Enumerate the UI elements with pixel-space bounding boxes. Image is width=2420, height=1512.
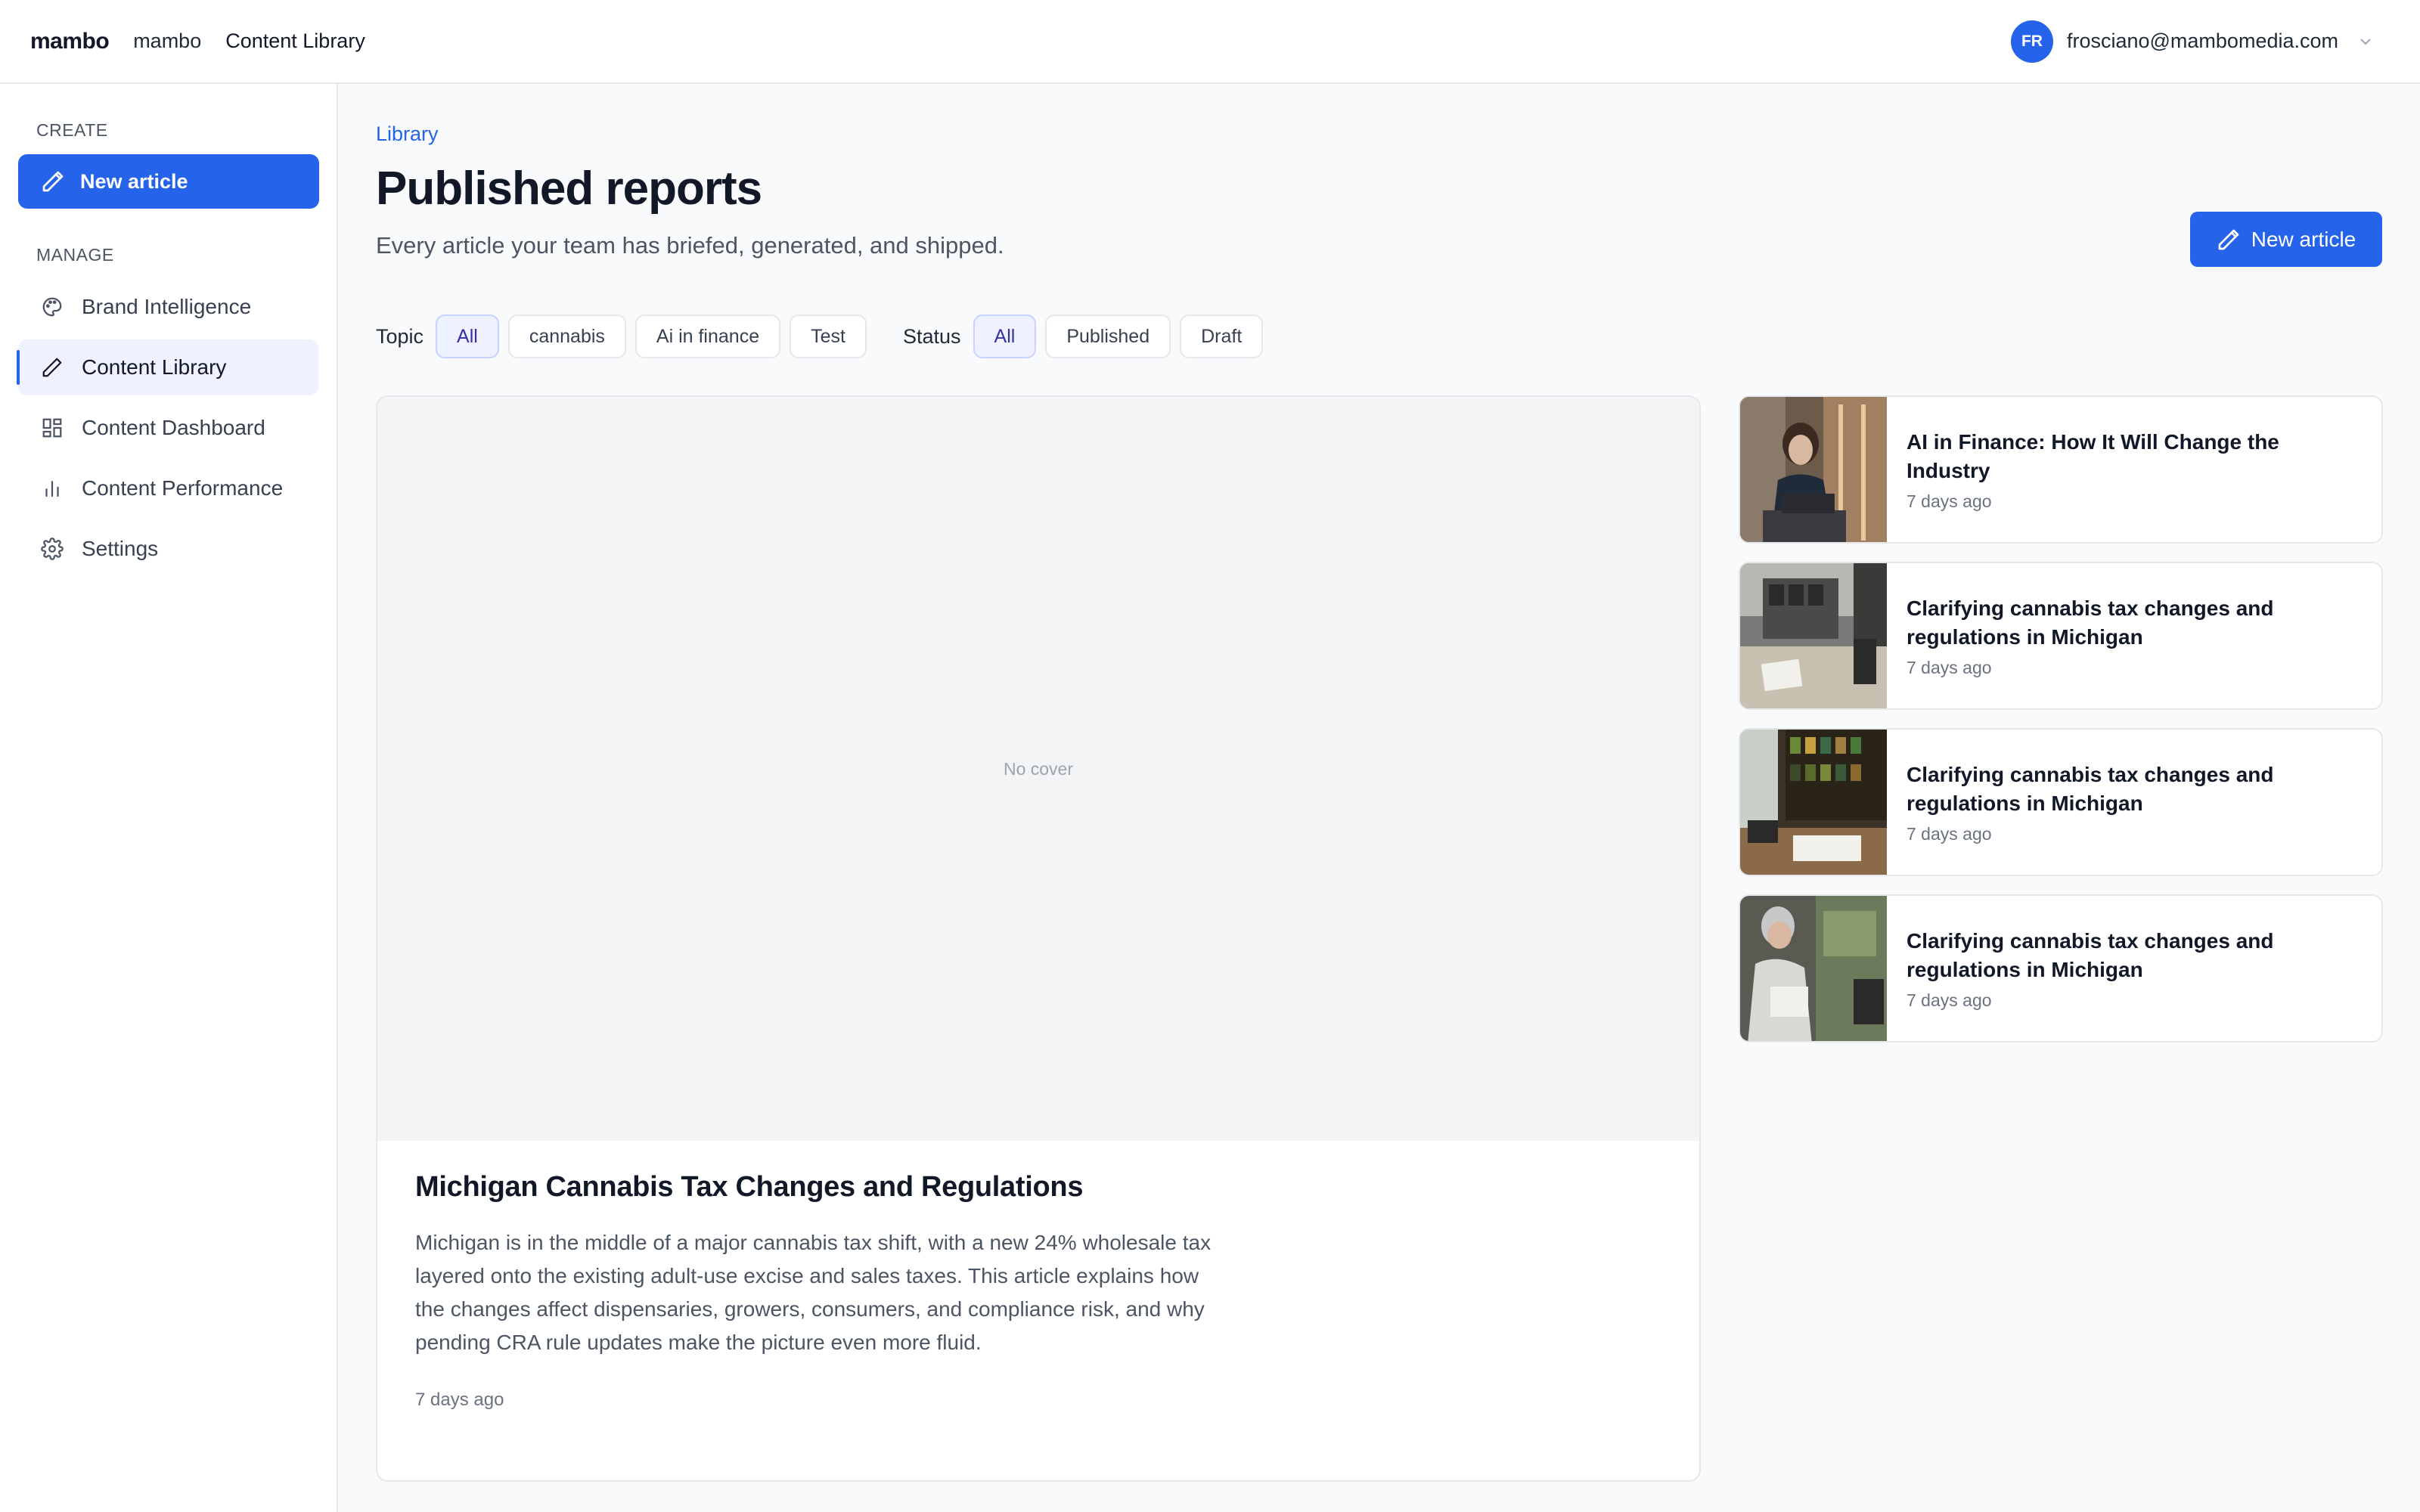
- article-thumbnail: [1740, 896, 1887, 1041]
- palette-icon: [42, 297, 62, 317]
- featured-article-body: Michigan Cannabis Tax Changes and Regula…: [377, 1141, 1699, 1441]
- pencil-icon: [42, 358, 62, 377]
- topic-chip-cannabis[interactable]: cannabis: [507, 314, 626, 358]
- thumbnail-office-image: [1740, 397, 1887, 542]
- sidebar-item-settings[interactable]: Settings: [18, 521, 318, 577]
- recent-articles-list: AI in Finance: How It Will Change the In…: [1739, 395, 2383, 1061]
- sidebar-item-label: Content Library: [82, 355, 227, 379]
- thumbnail-store-shelf-image: [1740, 730, 1887, 875]
- sidebar-section-create: CREATE: [36, 120, 108, 140]
- sidebar-new-article-label: New article: [80, 169, 188, 193]
- topic-chip-test[interactable]: Test: [790, 314, 867, 358]
- list-item-time: 7 days ago: [1907, 657, 1992, 677]
- list-item[interactable]: Clarifying cannabis tax changes and regu…: [1739, 562, 2383, 710]
- list-item-title: Clarifying cannabis tax changes and regu…: [1907, 762, 2274, 815]
- topic-chip-ai-in-finance[interactable]: Ai in finance: [634, 314, 781, 358]
- sidebar-item-label: Content Performance: [82, 476, 284, 500]
- article-thumbnail: [1740, 730, 1887, 875]
- featured-article-title[interactable]: Michigan Cannabis Tax Changes and Regula…: [415, 1171, 1661, 1204]
- breadcrumb-workspace[interactable]: mambo: [133, 29, 201, 53]
- list-item[interactable]: AI in Finance: How It Will Change the In…: [1739, 395, 2383, 544]
- list-item-title: Clarifying cannabis tax changes and regu…: [1907, 596, 2274, 649]
- cover-placeholder: No cover: [377, 397, 1699, 1141]
- filter-bar: Topic All cannabis Ai in finance Test St…: [376, 314, 1272, 359]
- dashboard-grid-icon: [42, 418, 62, 438]
- new-article-label: New article: [2251, 227, 2356, 251]
- sidebar: CREATE New article MANAGE Brand Intellig…: [0, 84, 338, 1512]
- sidebar-item-brand-intelligence[interactable]: Brand Intelligence: [18, 279, 318, 335]
- pencil-icon: [42, 171, 64, 192]
- status-chip-all[interactable]: All: [973, 314, 1037, 358]
- user-email: frosciano@mambomedia.com: [2066, 29, 2338, 52]
- bar-chart-icon: [45, 481, 59, 497]
- user-menu[interactable]: FR frosciano@mambomedia.com: [2010, 20, 2375, 63]
- top-bar: mambo mambo Content Library FR frosciano…: [0, 0, 2420, 84]
- list-item-time: 7 days ago: [1907, 823, 1992, 844]
- page-subtitle: Every article your team has briefed, gen…: [376, 232, 1004, 259]
- avatar: FR: [2010, 20, 2053, 63]
- status-filter-label: Status: [902, 324, 961, 348]
- sidebar-item-label: Content Dashboard: [82, 416, 265, 439]
- list-item-title: Clarifying cannabis tax changes and regu…: [1907, 928, 2274, 981]
- chevron-down-icon: [2360, 38, 2371, 45]
- main-content: Library Published reports Every article …: [338, 84, 2420, 1512]
- list-item-body: Clarifying cannabis tax changes and regu…: [1887, 730, 2381, 875]
- list-item[interactable]: Clarifying cannabis tax changes and regu…: [1739, 728, 2383, 876]
- list-item-body: Clarifying cannabis tax changes and regu…: [1887, 896, 2381, 1041]
- featured-article-card[interactable]: No cover Michigan Cannabis Tax Changes a…: [376, 395, 1701, 1482]
- sidebar-item-label: Settings: [82, 537, 159, 560]
- featured-article-time: 7 days ago: [415, 1390, 504, 1410]
- brand-logo[interactable]: mambo: [30, 29, 110, 54]
- status-chip-published[interactable]: Published: [1045, 314, 1171, 358]
- pencil-icon: [2218, 229, 2239, 249]
- sidebar-item-content-library[interactable]: Content Library: [17, 339, 318, 395]
- article-thumbnail: [1740, 397, 1887, 542]
- sidebar-new-article-button[interactable]: New article: [18, 154, 319, 209]
- thumbnail-worker-image: [1740, 896, 1887, 1041]
- article-thumbnail: [1740, 563, 1887, 708]
- list-item-time: 7 days ago: [1907, 990, 1992, 1010]
- list-item[interactable]: Clarifying cannabis tax changes and regu…: [1739, 894, 2383, 1043]
- list-item-title: AI in Finance: How It Will Change the In…: [1907, 429, 2279, 482]
- sidebar-item-content-performance[interactable]: Content Performance: [18, 460, 318, 516]
- new-article-button[interactable]: New article: [2190, 212, 2382, 267]
- sidebar-item-content-dashboard[interactable]: Content Dashboard: [18, 400, 318, 456]
- sidebar-item-label: Brand Intelligence: [82, 295, 252, 318]
- list-item-time: 7 days ago: [1907, 491, 1992, 511]
- breadcrumb-current-page: Content Library: [225, 29, 365, 52]
- breadcrumb[interactable]: Library: [376, 122, 439, 146]
- list-item-body: Clarifying cannabis tax changes and regu…: [1887, 563, 2381, 708]
- topic-chip-all[interactable]: All: [436, 314, 499, 358]
- thumbnail-dispensary-image: [1740, 563, 1887, 708]
- featured-article-excerpt: Michigan is in the middle of a major can…: [415, 1231, 1212, 1354]
- list-item-body: AI in Finance: How It Will Change the In…: [1887, 397, 2381, 542]
- status-chip-draft[interactable]: Draft: [1180, 314, 1264, 358]
- gear-icon: [41, 538, 64, 560]
- page-title: Published reports: [376, 163, 762, 215]
- topic-filter-label: Topic: [376, 324, 424, 348]
- sidebar-section-manage: MANAGE: [36, 245, 114, 265]
